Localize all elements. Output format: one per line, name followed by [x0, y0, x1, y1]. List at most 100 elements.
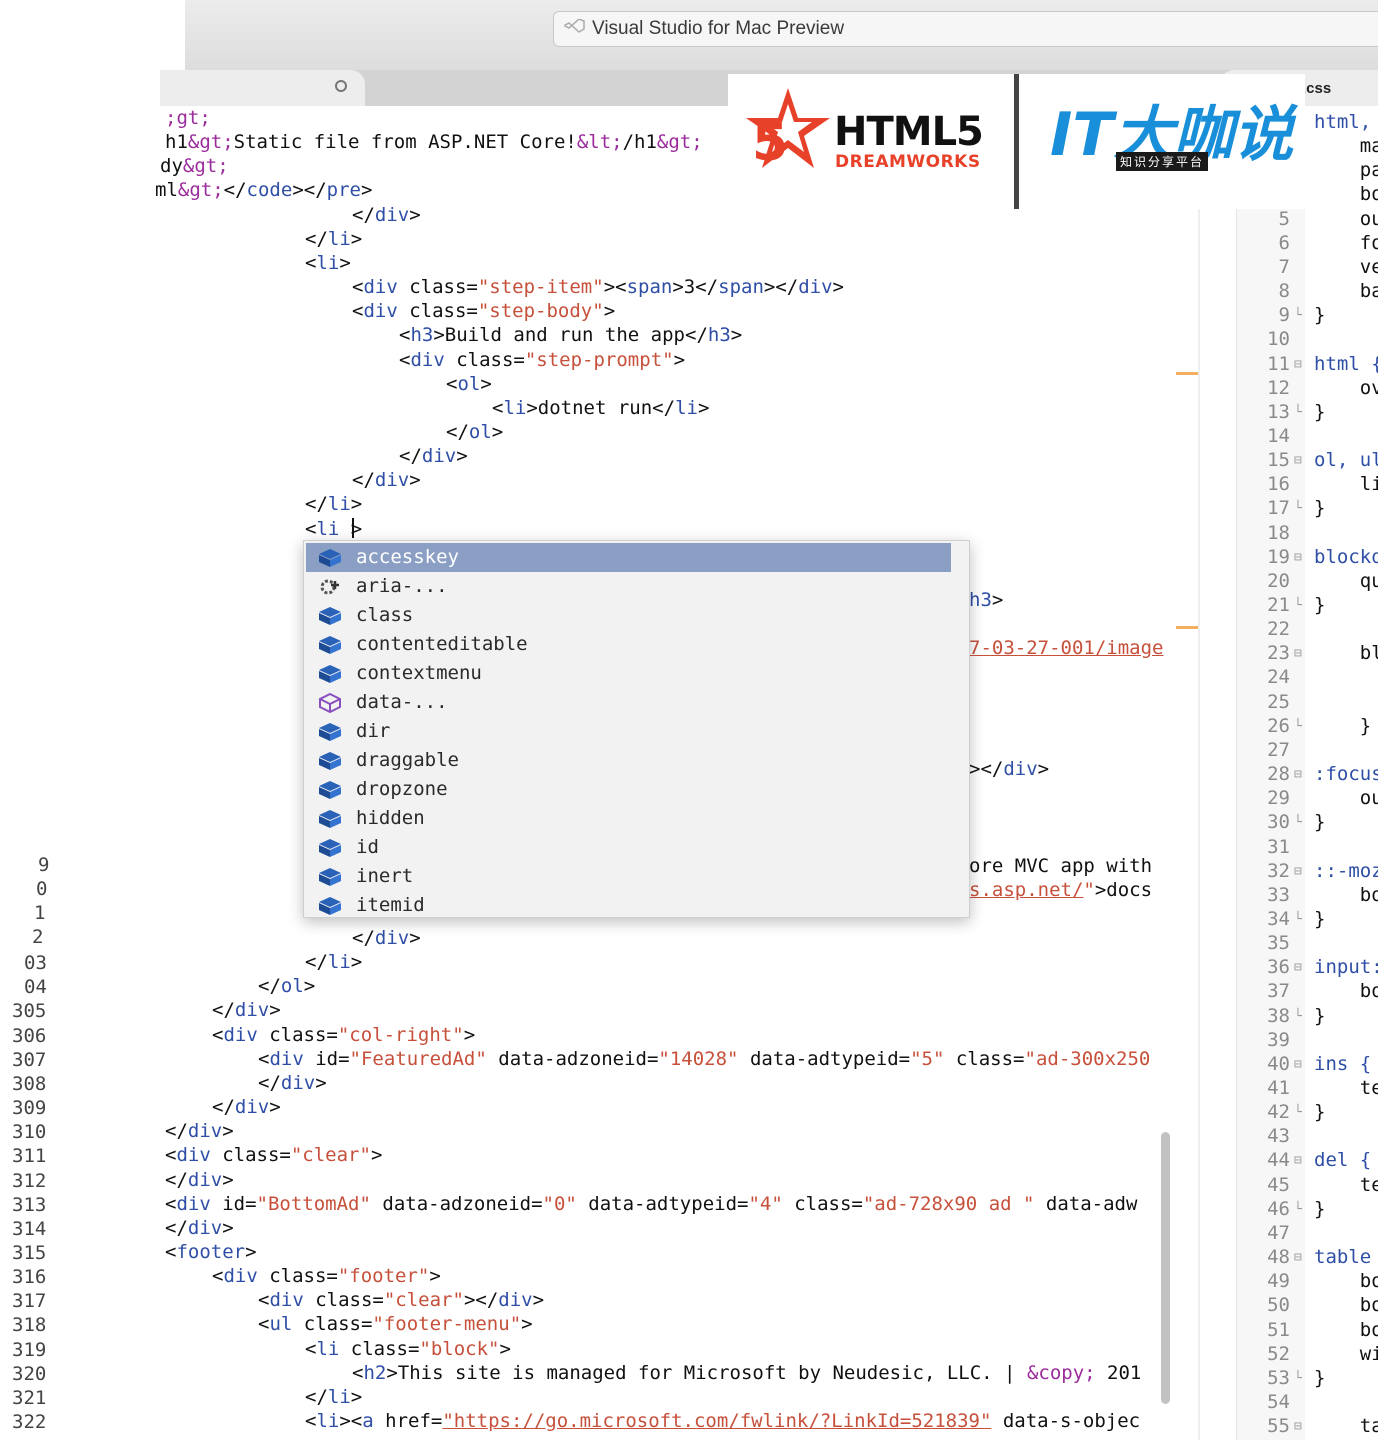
css-code-line: li — [1314, 473, 1378, 496]
fold-end-icon: └ — [1294, 815, 1302, 831]
css-line-number: 34 — [1267, 907, 1290, 930]
fold-toggle-icon[interactable]: ⊟ — [1294, 646, 1302, 661]
code-token: class= — [292, 1313, 373, 1336]
overview-marker[interactable] — [1176, 626, 1198, 629]
code-token: </ — [258, 1071, 281, 1094]
code-token: < — [352, 300, 364, 323]
fold-toggle-icon[interactable]: ⊟ — [1294, 1250, 1302, 1265]
css-line-number: 27 — [1267, 738, 1290, 761]
css-line-number: 53 — [1267, 1366, 1290, 1389]
fold-end-icon: └ — [1294, 404, 1302, 420]
fold-toggle-icon[interactable]: ⊟ — [1294, 1419, 1302, 1434]
code-line: <div class="footer"> — [212, 1264, 441, 1288]
fold-toggle-icon[interactable]: ⊟ — [1294, 550, 1302, 565]
code-token: div — [187, 1120, 223, 1143]
code-token: </ — [165, 1216, 188, 1239]
completion-item[interactable]: class — [306, 601, 951, 630]
property-icon — [318, 809, 342, 829]
code-token: >Build and run the app</ — [433, 324, 708, 347]
code-token: "0" — [542, 1192, 577, 1215]
code-token: div — [374, 203, 410, 226]
css-code-line: del { — [1314, 1149, 1372, 1172]
code-token: class= — [303, 1289, 384, 1312]
css-line-number: 22 — [1267, 618, 1290, 641]
completion-item[interactable]: data-... — [306, 688, 951, 717]
code-token: ul — [269, 1313, 293, 1336]
line-number: 308 — [12, 1072, 47, 1095]
code-token: "5" — [910, 1047, 945, 1070]
fold-toggle-icon[interactable]: ⊟ — [1294, 1057, 1302, 1072]
fold-toggle-icon[interactable]: ⊟ — [1294, 960, 1302, 975]
code-token: "ad-300x250 — [1024, 1047, 1151, 1070]
fold-toggle-icon[interactable]: ⊟ — [1294, 864, 1302, 879]
code-token: </ — [446, 420, 469, 443]
completion-item[interactable]: dir — [306, 717, 951, 746]
css-line-number: 10 — [1267, 328, 1290, 351]
completion-popup[interactable]: accesskey aria-... class contenteditable con… — [303, 540, 970, 918]
code-line: <ul class="footer-menu"> — [258, 1312, 533, 1336]
code-token: li — [327, 493, 351, 516]
code-token: </ — [399, 445, 422, 468]
completion-item[interactable]: itemid — [306, 891, 951, 917]
line-number: 321 — [12, 1386, 47, 1409]
fold-toggle-icon[interactable]: ⊟ — [1294, 1153, 1302, 1168]
css-line-number: 32 — [1267, 859, 1290, 882]
completion-item[interactable]: accesskey — [306, 543, 951, 572]
code-token: h2 — [363, 1361, 387, 1384]
code-token: > — [409, 927, 421, 949]
completion-item[interactable]: draggable — [306, 746, 951, 775]
completion-item[interactable]: id — [306, 833, 951, 862]
code-token: < — [305, 1410, 317, 1432]
editor-scrollbar[interactable] — [1161, 1132, 1170, 1404]
overview-marker[interactable] — [1176, 372, 1198, 375]
code-token: > — [991, 589, 1004, 611]
fold-toggle-icon[interactable]: ⊟ — [1294, 767, 1302, 782]
css-code-line: ins { — [1314, 1052, 1372, 1075]
css-code-line: } — [1314, 811, 1326, 834]
code-token: li — [327, 951, 351, 974]
code-token: >3</ — [672, 276, 719, 299]
tab-html-file[interactable] — [160, 70, 365, 108]
css-line-number: 23 — [1267, 642, 1290, 665]
code-token: &gt; — [656, 131, 703, 154]
code-token: "footer" — [337, 1265, 430, 1288]
css-code-line: fo — [1314, 231, 1378, 254]
completion-item[interactable]: inert — [306, 862, 951, 891]
window-title: Visual Studio for Mac Preview — [592, 18, 845, 39]
css-code-line: bo — [1314, 980, 1378, 1003]
completion-item[interactable]: aria-... — [306, 572, 951, 601]
line-number: 307 — [12, 1048, 47, 1071]
completion-item-label: dir — [356, 720, 391, 742]
code-line: </div> — [165, 1168, 234, 1192]
code-line: </div> — [165, 1216, 234, 1240]
fold-toggle-icon[interactable]: ⊟ — [1294, 357, 1302, 372]
code-token: > — [339, 517, 363, 540]
code-line: </div> — [352, 926, 421, 950]
completion-item-label: accesskey — [356, 546, 459, 568]
code-token: > — [456, 445, 468, 468]
code-token: </ — [305, 493, 328, 516]
css-code-line: } — [1314, 594, 1326, 616]
code-token: "clear" — [383, 1289, 464, 1312]
fold-end-icon: └ — [1294, 911, 1302, 927]
completion-item[interactable]: hidden — [306, 804, 951, 833]
completion-item[interactable]: contextmenu — [306, 659, 951, 688]
code-token: </ — [212, 999, 235, 1022]
completion-item[interactable]: contenteditable — [306, 630, 951, 659]
completion-item-label: id — [356, 836, 379, 858]
code-token: > — [521, 1313, 533, 1336]
completion-item[interactable]: dropzone — [306, 775, 951, 804]
css-line-number: 49 — [1267, 1270, 1290, 1293]
code-token: div — [234, 1096, 270, 1119]
tab-close-icon[interactable] — [335, 80, 347, 92]
fold-toggle-icon[interactable]: ⊟ — [1294, 453, 1302, 468]
code-token: < — [258, 1289, 270, 1312]
window-title-field: Visual Studio for Mac Preview — [553, 11, 1378, 47]
code-token: </ — [352, 927, 375, 949]
code-line: <div class="clear"> — [165, 1143, 382, 1167]
code-line: </ol> — [446, 420, 503, 444]
code-token: h3 — [410, 324, 434, 347]
line-number: 319 — [12, 1338, 47, 1361]
css-line-number: 33 — [1267, 883, 1290, 906]
code-token: > — [1037, 758, 1050, 780]
